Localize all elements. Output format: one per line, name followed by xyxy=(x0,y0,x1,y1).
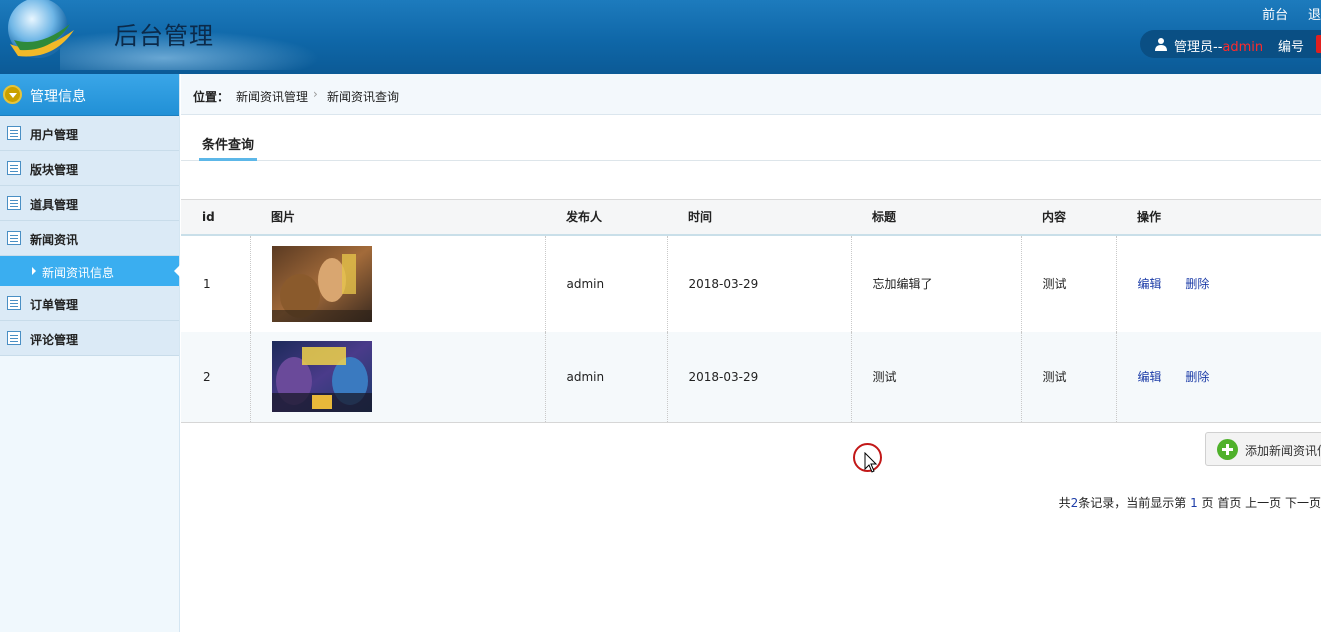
column-header-title: 标题 xyxy=(851,199,1021,236)
breadcrumb-prefix: 位置： xyxy=(193,90,230,104)
user-name: admin xyxy=(1222,40,1264,55)
cell-actions: 编辑 删除 xyxy=(1116,234,1321,332)
tab-bar: 条件查询 xyxy=(181,115,1321,161)
sidebar-item-label: 订单管理 xyxy=(30,298,79,312)
breadcrumb-news-management[interactable]: 新闻资讯管理 xyxy=(236,88,308,105)
cell-actions: 编辑 删除 xyxy=(1116,331,1321,423)
add-news-button-label: 添加新闻资讯信 xyxy=(1245,444,1321,458)
column-header-content: 内容 xyxy=(1021,199,1116,236)
mouse-cursor-icon xyxy=(864,452,878,473)
frontend-link[interactable]: 前台 xyxy=(1262,8,1288,23)
cell-image xyxy=(250,331,546,423)
sidebar-item-label: 道具管理 xyxy=(30,198,79,212)
sidebar-item-orders[interactable]: 订单管理 xyxy=(0,286,179,321)
list-icon xyxy=(7,296,21,310)
user-role: 管理员--admin xyxy=(1174,36,1263,55)
sidebar-subitem-news-info[interactable]: 新闻资讯信息 xyxy=(0,256,180,286)
tab-condition-query[interactable]: 条件查询 xyxy=(199,134,258,161)
user-info-bar: 管理员--admin 编号 xyxy=(1140,30,1321,58)
cell-publisher: admin xyxy=(545,234,668,332)
sidebar-heading-label: 管理信息 xyxy=(30,89,86,105)
edit-link[interactable]: 编辑 xyxy=(1138,277,1162,291)
cell-time: 2018-03-29 xyxy=(667,234,852,332)
delete-link[interactable]: 删除 xyxy=(1185,370,1209,384)
pager-mid: 条记录，当前显示第 xyxy=(1078,496,1187,510)
column-header-image: 图片 xyxy=(250,199,545,236)
user-icon xyxy=(1155,38,1167,51)
user-role-label: 管理员-- xyxy=(1174,40,1223,55)
list-icon xyxy=(7,196,21,210)
cell-content: 测试 xyxy=(1021,331,1117,423)
column-header-time: 时间 xyxy=(667,199,851,236)
active-notch xyxy=(174,265,180,277)
pager-current-page: 1 xyxy=(1190,496,1198,510)
top-header: 后台管理 前台 退 管理员--admin 编号 xyxy=(0,0,1321,74)
news-thumbnail-image xyxy=(271,341,372,413)
edit-link[interactable]: 编辑 xyxy=(1138,370,1162,384)
sidebar: 管理信息 用户管理 版块管理 道具管理 新闻资讯 新闻资讯信息 订单管理 评论管… xyxy=(0,74,180,632)
add-news-button[interactable]: 添加新闻资讯信 xyxy=(1205,432,1321,466)
logout-link[interactable]: 退 xyxy=(1308,8,1321,23)
logo-icon xyxy=(8,0,74,58)
collapse-icon xyxy=(3,85,22,104)
news-table: id 图片 发布人 时间 标题 内容 操作 1 admin 2018-03-29… xyxy=(181,199,1321,423)
sidebar-item-label: 用户管理 xyxy=(30,128,79,142)
table-row: 1 admin 2018-03-29 忘加编辑了 测试 编辑 删除 xyxy=(181,234,1321,332)
list-icon xyxy=(7,231,21,245)
breadcrumb-news-query: 新闻资讯查询 xyxy=(327,90,400,104)
plus-icon xyxy=(1217,439,1238,460)
sidebar-subitem-label: 新闻资讯信息 xyxy=(42,266,115,280)
column-header-publisher: 发布人 xyxy=(545,199,667,236)
user-number-label: 编号 xyxy=(1278,40,1305,55)
sidebar-item-label: 新闻资讯 xyxy=(30,233,79,247)
cell-time: 2018-03-29 xyxy=(667,331,852,423)
app-title: 后台管理 xyxy=(114,22,214,50)
cell-publisher: admin xyxy=(545,331,668,423)
cell-image xyxy=(250,234,546,332)
list-icon xyxy=(7,126,21,140)
sidebar-item-boards[interactable]: 版块管理 xyxy=(0,151,179,186)
sidebar-item-props[interactable]: 道具管理 xyxy=(0,186,179,221)
sidebar-item-comments[interactable]: 评论管理 xyxy=(0,321,179,356)
cell-content: 测试 xyxy=(1021,234,1117,332)
user-number-badge xyxy=(1316,35,1321,53)
cell-title: 忘加编辑了 xyxy=(851,234,1022,332)
cell-id: 1 xyxy=(181,234,251,332)
table-header-row: id 图片 发布人 时间 标题 内容 操作 xyxy=(181,199,1321,236)
table-row: 2 admin 2018-03-29 测试 测试 编辑 删除 xyxy=(181,331,1321,423)
sidebar-item-users[interactable]: 用户管理 xyxy=(0,116,179,151)
sidebar-item-label: 版块管理 xyxy=(30,163,79,177)
pager-nav-links[interactable]: 页 首页 上一页 下一页 xyxy=(1202,496,1321,510)
sidebar-heading[interactable]: 管理信息 xyxy=(0,74,179,116)
breadcrumb: 位置： 新闻资讯管理 › 新闻资讯查询 xyxy=(181,74,1321,115)
news-thumbnail-image xyxy=(271,245,372,322)
pager-prefix: 共 xyxy=(1058,496,1071,510)
cell-title: 测试 xyxy=(851,331,1022,423)
sidebar-item-label: 评论管理 xyxy=(30,333,79,347)
list-icon xyxy=(7,331,21,345)
sidebar-item-news[interactable]: 新闻资讯 xyxy=(0,221,179,256)
top-links: 前台 退 xyxy=(1246,4,1321,23)
main-content: 位置： 新闻资讯管理 › 新闻资讯查询 条件查询 id 图片 发布人 时间 标题… xyxy=(181,74,1321,632)
column-header-id: id xyxy=(181,199,250,236)
delete-link[interactable]: 删除 xyxy=(1185,277,1209,291)
cell-id: 2 xyxy=(181,331,251,423)
breadcrumb-separator-icon: › xyxy=(313,87,318,101)
chevron-right-icon xyxy=(32,267,36,275)
list-icon xyxy=(7,161,21,175)
column-header-actions: 操作 xyxy=(1116,199,1321,236)
pagination: 共2条记录，当前显示第 1 页 首页 上一页 下一页 xyxy=(1059,494,1321,511)
